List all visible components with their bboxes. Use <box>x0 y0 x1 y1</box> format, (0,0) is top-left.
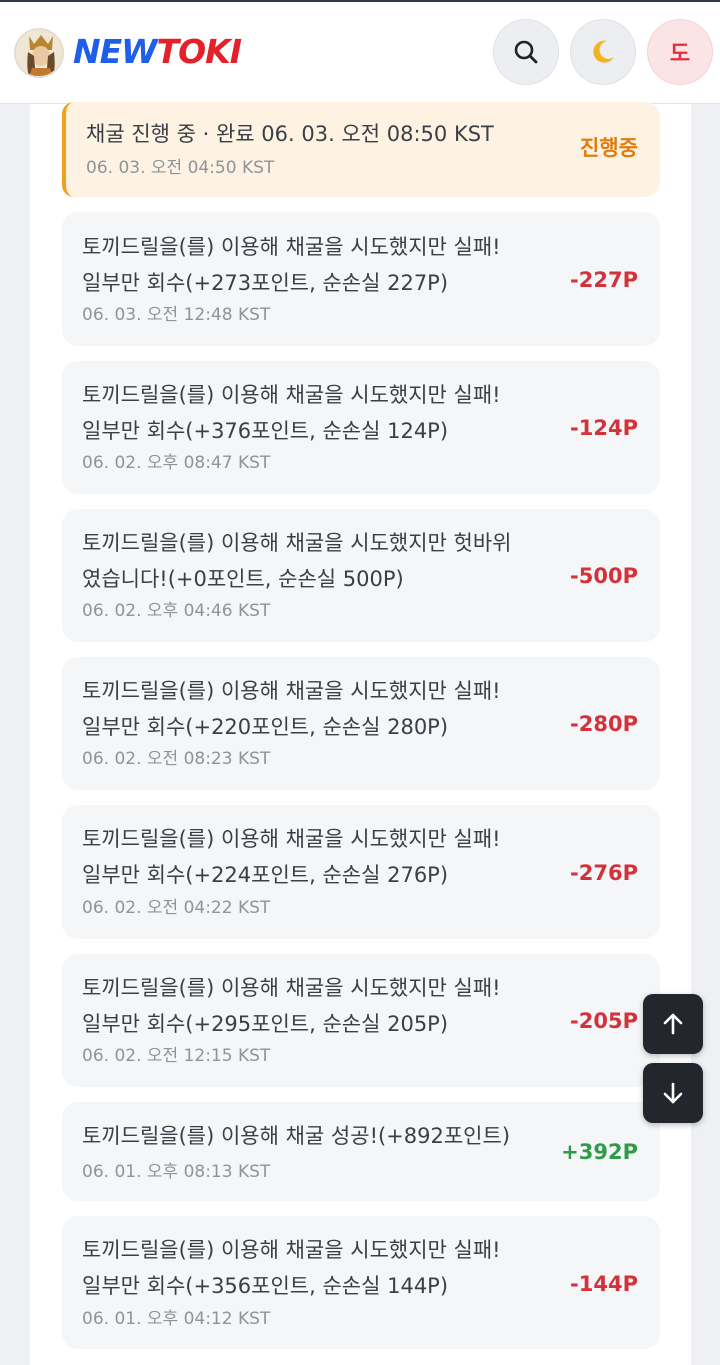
history-amount: -144P <box>570 1272 638 1296</box>
list-item: 토끼드릴을(를) 이용해 채굴을 시도했지만 실패! 일부만 회수(+295포인트… <box>62 954 660 1087</box>
history-amount: -500P <box>570 564 638 588</box>
search-icon <box>514 40 538 64</box>
history-amount: -227P <box>570 268 638 292</box>
arrow-up-icon <box>663 1013 683 1035</box>
history-time: 06. 02. 오전 12:15 KST <box>82 1046 271 1066</box>
history-message: 토끼드릴을(를) 이용해 채굴을 시도했지만 헛바위 였습니다!(+0포인트, 순… <box>82 531 512 591</box>
history-message: 토끼드릴을(를) 이용해 채굴을 시도했지만 실패! 일부만 회수(+356포인트… <box>82 1238 501 1298</box>
search-button[interactable] <box>493 19 559 85</box>
moon-icon <box>593 40 614 63</box>
history-amount: -205P <box>570 1009 638 1033</box>
list-item: 토끼드릴을(를) 이용해 채굴을 시도했지만 실패! 일부만 회수(+273포인트… <box>62 212 660 346</box>
logo-avatar[interactable] <box>14 28 64 78</box>
history-message: 토끼드릴을(를) 이용해 채굴을 시도했지만 실패! 일부만 회수(+376포인트… <box>82 383 501 443</box>
history-message: 토끼드릴을(를) 이용해 채굴을 시도했지만 실패! 일부만 회수(+295포인트… <box>82 976 501 1036</box>
history-message: 토끼드릴을(를) 이용해 채굴을 시도했지만 실패! 일부만 회수(+273포인트… <box>82 235 501 295</box>
arrow-down-icon <box>663 1082 683 1104</box>
active-mining-message: 채굴 진행 중 · 완료 06. 03. 오전 08:50 KST <box>86 122 494 146</box>
user-avatar-button[interactable]: 도 <box>647 19 713 85</box>
history-time: 06. 02. 오후 04:46 KST <box>82 601 271 621</box>
history-message: 토끼드릴을(를) 이용해 채굴을 시도했지만 실패! 일부만 회수(+220포인트… <box>82 679 501 739</box>
list-item: 토끼드릴을(를) 이용해 채굴을 시도했지만 헛바위 였습니다!(+0포인트, 순… <box>62 509 660 642</box>
active-mining-time: 06. 03. 오전 04:50 KST <box>86 158 275 178</box>
status-badge: 진행중 <box>580 136 638 160</box>
list-item: 토끼드릴을(를) 이용해 채굴을 시도했지만 실패! 일부만 회수(+220포인트… <box>62 657 660 790</box>
user-initial: 도 <box>669 42 691 67</box>
list-item: 토끼드릴을(를) 이용해 채굴을 시도했지만 실패! 일부만 회수(+376포인트… <box>62 361 660 494</box>
history-time: 06. 01. 오후 08:13 KST <box>82 1162 271 1182</box>
active-mining-card: 채굴 진행 중 · 완료 06. 03. 오전 08:50 KST 06. 03… <box>62 102 660 197</box>
history-amount: -124P <box>570 416 638 440</box>
scroll-top-button[interactable] <box>643 994 703 1054</box>
list-item: 토끼드릴을(를) 이용해 채굴 성공!(+892포인트) 06. 01. 오후 … <box>62 1102 660 1201</box>
theme-toggle-button[interactable] <box>570 19 636 85</box>
site-header: NEWTOKI 도 <box>0 2 720 104</box>
history-time: 06. 02. 오전 08:23 KST <box>82 749 271 769</box>
scroll-bottom-button[interactable] <box>643 1063 703 1123</box>
list-item: 토끼드릴을(를) 이용해 채굴을 시도했지만 실패! 일부만 회수(+224포인트… <box>62 805 660 939</box>
history-amount: +392P <box>561 1140 638 1164</box>
history-time: 06. 01. 오후 04:12 KST <box>82 1309 271 1329</box>
history-message: 토끼드릴을(를) 이용해 채굴 성공!(+892포인트) <box>82 1124 511 1148</box>
history-amount: -280P <box>570 712 638 736</box>
history-time: 06. 03. 오전 12:48 KST <box>82 305 271 325</box>
history-time: 06. 02. 오후 08:47 KST <box>82 453 271 473</box>
list-item: 토끼드릴을(를) 이용해 채굴을 시도했지만 실패! 일부만 회수(+356포인트… <box>62 1216 660 1349</box>
history-message: 토끼드릴을(를) 이용해 채굴을 시도했지만 실패! 일부만 회수(+224포인트… <box>82 827 501 887</box>
history-amount: -276P <box>570 861 638 885</box>
site-logo[interactable]: NEWTOKI <box>73 32 242 72</box>
history-time: 06. 02. 오전 04:22 KST <box>82 898 271 918</box>
